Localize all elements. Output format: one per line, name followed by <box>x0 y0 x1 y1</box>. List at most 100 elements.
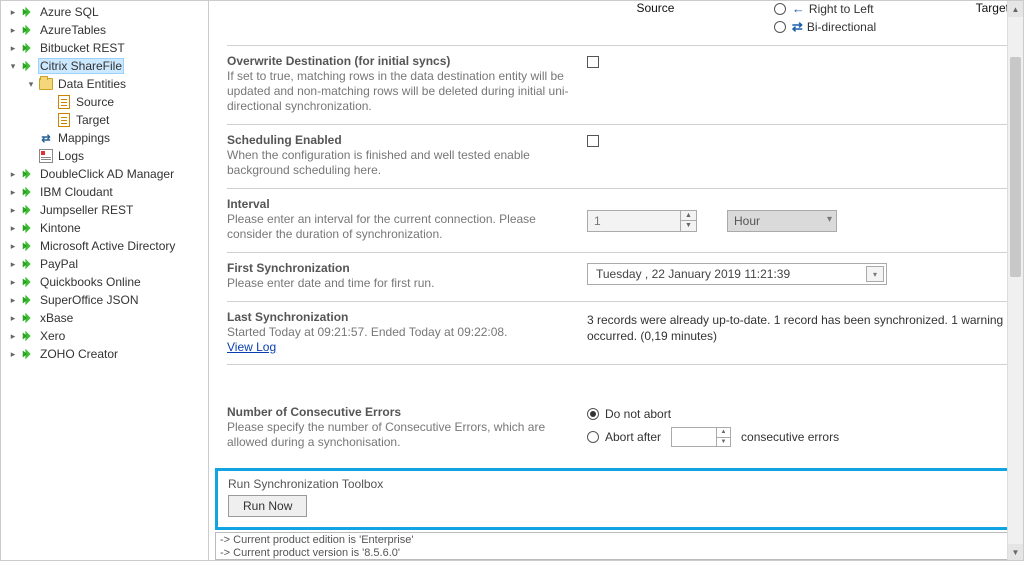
consec-title: Number of Consecutive Errors <box>227 405 577 419</box>
scroll-thumb[interactable] <box>1010 57 1021 277</box>
chevron-right-icon[interactable]: ▸ <box>7 330 19 342</box>
consec-abort-count-input[interactable]: ▲▼ <box>671 427 731 447</box>
tree-item-mappings[interactable]: ⇄Mappings <box>1 129 208 147</box>
tree-item-label: IBM Cloudant <box>38 185 115 199</box>
tree-item-superoffice-json[interactable]: ▸SuperOffice JSON <box>1 291 208 309</box>
scroll-down-icon[interactable]: ▼ <box>1008 544 1023 560</box>
source-header: Source <box>636 1 674 15</box>
tree-item-label: DoubleClick AD Manager <box>38 167 176 181</box>
chevron-right-icon <box>25 150 37 162</box>
tree-item-label: Microsoft Active Directory <box>38 239 177 253</box>
scheduling-sub: When the configuration is finished and w… <box>227 148 577 178</box>
tree-item-bitbucket-rest[interactable]: ▸Bitbucket REST <box>1 39 208 57</box>
tree-item-azure-sql[interactable]: ▸ Azure SQL <box>1 3 208 21</box>
tree-item-data-entities[interactable]: ▾Data Entities <box>1 75 208 93</box>
chevron-right-icon[interactable]: ▸ <box>7 348 19 360</box>
lastsync-status: 3 records were already up-to-date. 1 rec… <box>587 312 1009 344</box>
view-log-link[interactable]: View Log <box>227 340 276 354</box>
log-line: -> Current product version is '8.5.6.0' <box>220 547 1012 560</box>
spin-up-icon[interactable]: ▲ <box>681 211 696 222</box>
tree-item-doubleclick-ad-manager[interactable]: ▸ DoubleClick AD Manager <box>1 165 208 183</box>
chevron-right-icon[interactable]: ▸ <box>7 24 19 36</box>
connector-icon <box>20 256 36 272</box>
arrows-bidirectional-icon: ⇄ <box>792 19 801 35</box>
overwrite-sub: If set to true, matching rows in the dat… <box>227 69 577 114</box>
chevron-right-icon[interactable]: ▸ <box>7 294 19 306</box>
tree-item-label: Citrix ShareFile <box>38 58 124 74</box>
tree-item-jumpseller-rest[interactable]: ▸ Jumpseller REST <box>1 201 208 219</box>
tree-item-label: Azure SQL <box>38 5 101 19</box>
connector-icon <box>20 202 36 218</box>
overwrite-checkbox[interactable] <box>587 56 599 68</box>
interval-unit-select[interactable]: Hour <box>727 210 837 232</box>
tree-item-label: Kintone <box>38 221 83 235</box>
chevron-down-icon[interactable]: ▾ <box>25 78 37 90</box>
chevron-right-icon[interactable]: ▸ <box>7 312 19 324</box>
chevron-right-icon[interactable]: ▸ <box>7 240 19 252</box>
tree-item-source[interactable]: Source <box>1 93 208 111</box>
chevron-right-icon[interactable]: ▸ <box>7 222 19 234</box>
connector-icon <box>20 238 36 254</box>
connector-icon <box>20 58 36 74</box>
connector-icon <box>20 328 36 344</box>
chevron-right-icon[interactable]: ▸ <box>7 258 19 270</box>
tree-item-paypal[interactable]: ▸ PayPal <box>1 255 208 273</box>
tree-item-xbase[interactable]: ▸ xBase <box>1 309 208 327</box>
arrow-left-icon: ← <box>792 1 803 16</box>
tree-item-label: Quickbooks Online <box>38 275 143 289</box>
firstsync-datetime-input[interactable]: Tuesday , 22 January 2019 11:21:39 ▾ <box>587 263 887 285</box>
tree-item-logs[interactable]: Logs <box>1 147 208 165</box>
scroll-up-icon[interactable]: ▲ <box>1008 1 1023 17</box>
chevron-right-icon[interactable]: ▸ <box>7 186 19 198</box>
connector-icon <box>20 184 36 200</box>
connections-tree[interactable]: ▸Azure SQL▸AzureTables▸Bitbucket REST▾Ci… <box>1 1 209 560</box>
chevron-right-icon[interactable]: ▸ <box>7 42 19 54</box>
tree-item-label: AzureTables <box>38 23 108 37</box>
connector-icon <box>20 220 36 236</box>
tree-item-azuretables[interactable]: ▸ AzureTables <box>1 21 208 39</box>
direction-bidi-radio[interactable]: ⇄ Bi-directional <box>774 19 876 35</box>
tree-item-target[interactable]: Target <box>1 111 208 129</box>
tree-item-microsoft-active-directory[interactable]: ▸ Microsoft Active Directory <box>1 237 208 255</box>
interval-sub: Please enter an interval for the current… <box>227 212 577 242</box>
chevron-right-icon[interactable]: ▸ <box>7 168 19 180</box>
interval-value-input[interactable]: 1 ▲▼ <box>587 210 697 232</box>
logs-icon <box>38 148 54 164</box>
consec-sub: Please specify the number of Consecutive… <box>227 420 577 450</box>
overwrite-title: Overwrite Destination (for initial syncs… <box>227 54 577 68</box>
run-now-button[interactable]: Run Now <box>228 495 307 517</box>
tree-item-label: PayPal <box>38 257 80 271</box>
scheduling-checkbox[interactable] <box>587 135 599 147</box>
connector-icon <box>20 292 36 308</box>
consec-abort-radio[interactable]: Abort after ▲▼ consecutive errors <box>587 427 839 447</box>
direction-rtl-radio[interactable]: ← Right to Left <box>774 1 876 16</box>
chevron-right-icon[interactable]: ▸ <box>7 6 19 18</box>
firstsync-title: First Synchronization <box>227 261 577 275</box>
consec-noabort-radio[interactable]: Do not abort <box>587 407 839 421</box>
connector-icon <box>20 22 36 38</box>
connector-icon <box>20 346 36 362</box>
tree-item-zoho-creator[interactable]: ▸ZOHO Creator <box>1 345 208 363</box>
tree-item-kintone[interactable]: ▸ Kintone <box>1 219 208 237</box>
connector-icon <box>20 166 36 182</box>
scheduling-title: Scheduling Enabled <box>227 133 577 147</box>
tree-item-citrix-sharefile[interactable]: ▾ Citrix ShareFile <box>1 57 208 75</box>
lastsync-title: Last Synchronization <box>227 310 577 324</box>
spin-down-icon[interactable]: ▼ <box>717 438 730 447</box>
tree-item-label: Jumpseller REST <box>38 203 135 217</box>
tree-item-label: xBase <box>38 311 75 325</box>
log-line: -> Current product edition is 'Enterpris… <box>220 534 1012 547</box>
spin-down-icon[interactable]: ▼ <box>681 221 696 231</box>
connector-icon <box>20 310 36 326</box>
chevron-down-icon[interactable]: ▾ <box>7 60 19 72</box>
chevron-right-icon[interactable]: ▸ <box>7 276 19 288</box>
log-output[interactable]: -> Current product edition is 'Enterpris… <box>215 532 1017 560</box>
spin-up-icon[interactable]: ▲ <box>717 428 730 438</box>
tree-item-xero[interactable]: ▸Xero <box>1 327 208 345</box>
chevron-right-icon[interactable]: ▸ <box>7 204 19 216</box>
vertical-scrollbar[interactable]: ▲ ▼ <box>1007 1 1023 560</box>
tree-item-quickbooks-online[interactable]: ▸ Quickbooks Online <box>1 273 208 291</box>
firstsync-sub: Please enter date and time for first run… <box>227 276 577 291</box>
tree-item-ibm-cloudant[interactable]: ▸ IBM Cloudant <box>1 183 208 201</box>
dropdown-icon[interactable]: ▾ <box>866 266 884 282</box>
